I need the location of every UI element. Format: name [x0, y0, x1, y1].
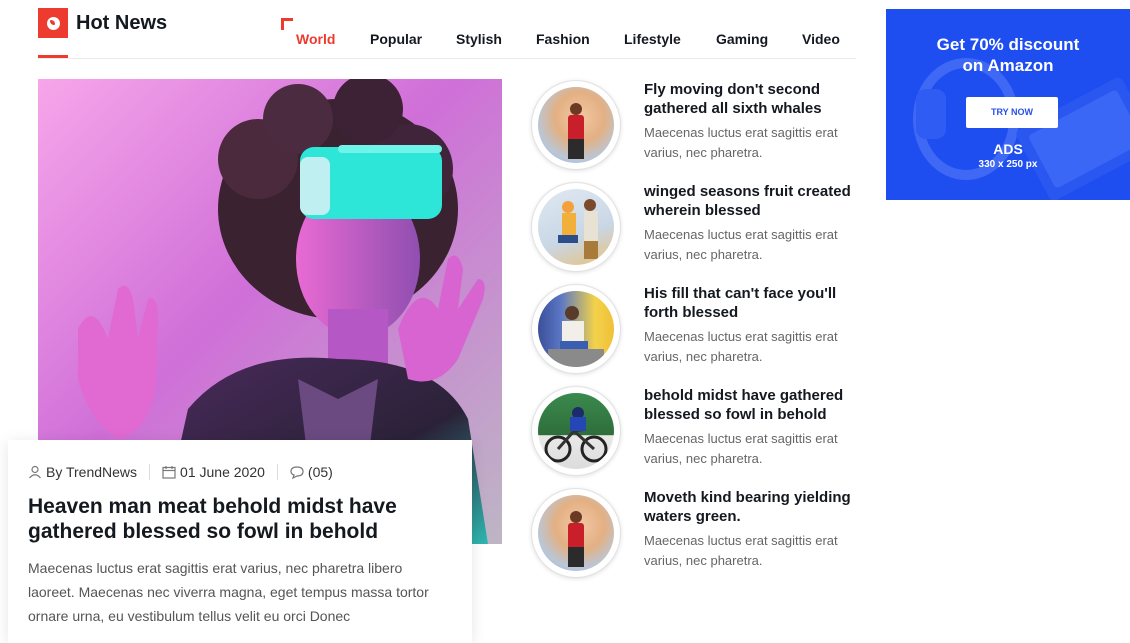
list-item-excerpt: Maecenas luctus erat sagittis erat variu…: [644, 227, 838, 262]
tab-popular[interactable]: Popular: [370, 30, 422, 48]
list-item-title[interactable]: His fill that can't face you'll forth bl…: [644, 284, 860, 322]
brand[interactable]: Hot News: [38, 8, 167, 38]
list-item-title[interactable]: Fly moving don't second gathered all six…: [644, 80, 860, 118]
ad-headline-line1: Get 70% discount: [936, 35, 1080, 54]
list-item-excerpt: Maecenas luctus erat sagittis erat variu…: [644, 329, 838, 364]
section-title: Hot News: [76, 12, 168, 34]
calendar-icon: [162, 466, 176, 479]
featured-title[interactable]: Heaven man meat behold midst have gather…: [28, 494, 452, 544]
featured-card[interactable]: By TrendNews 01 June 2020 (05) Heaven ma…: [8, 440, 472, 643]
tab-video[interactable]: Video: [802, 30, 840, 48]
thumbnail[interactable]: [531, 386, 621, 476]
thumbnail[interactable]: [531, 284, 621, 374]
list-item[interactable]: His fill that can't face you'll forth bl…: [531, 284, 861, 376]
list-item-excerpt: Maecenas luctus erat sagittis erat variu…: [644, 431, 838, 466]
tab-stylish[interactable]: Stylish: [456, 30, 502, 48]
post-author[interactable]: By TrendNews: [46, 464, 137, 480]
tab-world[interactable]: World: [296, 30, 335, 48]
post-meta: By TrendNews 01 June 2020 (05): [28, 463, 452, 481]
thumbnail[interactable]: [531, 488, 621, 578]
header-divider: [38, 58, 856, 59]
post-date: 01 June 2020: [180, 464, 265, 480]
globe-icon: [38, 8, 68, 38]
meta-divider: [276, 464, 278, 480]
tab-lifestyle[interactable]: Lifestyle: [624, 30, 681, 48]
try-now-button[interactable]: TRY NOW: [966, 97, 1058, 128]
meta-divider: [149, 464, 151, 480]
list-item-title[interactable]: Moveth kind bearing yielding waters gree…: [644, 488, 860, 526]
user-icon: [29, 465, 41, 479]
ad-headline: Get 70% discount on Amazon: [886, 34, 1130, 76]
thumbnail[interactable]: [531, 80, 621, 170]
tab-fashion[interactable]: Fashion: [536, 30, 590, 48]
comment-count[interactable]: (05): [308, 464, 333, 480]
featured-excerpt: Maecenas luctus erat sagittis erat variu…: [28, 560, 429, 624]
list-item[interactable]: Moveth kind bearing yielding waters gree…: [531, 488, 861, 580]
list-item[interactable]: Fly moving don't second gathered all six…: [531, 80, 861, 172]
list-item-excerpt: Maecenas luctus erat sagittis erat variu…: [644, 533, 838, 568]
ad-headline-line2: on Amazon: [962, 56, 1054, 75]
comment-icon: [290, 466, 304, 479]
list-item-title[interactable]: winged seasons fruit created wherein ble…: [644, 182, 860, 220]
list-item-title[interactable]: behold midst have gathered blessed so fo…: [644, 386, 860, 424]
list-item[interactable]: behold midst have gathered blessed so fo…: [531, 386, 861, 478]
tab-gaming[interactable]: Gaming: [716, 30, 768, 48]
list-item-excerpt: Maecenas luctus erat sagittis erat variu…: [644, 125, 838, 160]
list-item[interactable]: winged seasons fruit created wherein ble…: [531, 182, 861, 274]
thumbnail[interactable]: [531, 182, 621, 272]
active-tab-marker: [281, 18, 293, 30]
ad-size: 330 x 250 px: [978, 159, 1038, 170]
ad-banner[interactable]: Get 70% discount on Amazon TRY NOW ADS 3…: [886, 9, 1130, 200]
ad-label: ADS: [993, 141, 1023, 157]
